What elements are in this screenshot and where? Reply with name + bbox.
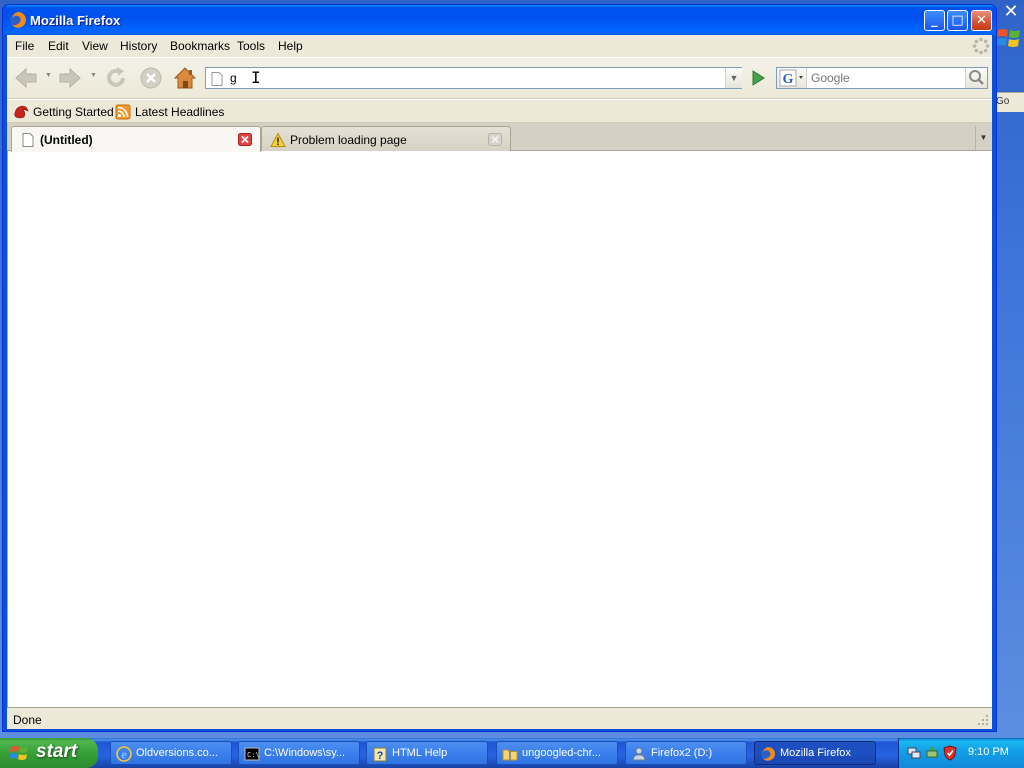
stop-icon[interactable] — [138, 65, 164, 91]
taskbar-button-ungoogled[interactable]: ungoogled-chr... — [496, 741, 618, 765]
close-button[interactable]: ✕ — [971, 10, 992, 31]
background-window-text: Go — [996, 96, 1010, 107]
menu-edit[interactable]: Edit — [48, 39, 69, 53]
go-arrow-icon[interactable] — [746, 67, 770, 89]
menu-view[interactable]: View — [82, 39, 108, 53]
address-bar[interactable]: ▼ — [205, 67, 742, 89]
home-icon[interactable] — [172, 65, 198, 91]
start-label: start — [36, 741, 78, 762]
back-arrow-icon[interactable] — [13, 65, 39, 91]
taskbar-label: Mozilla Firefox — [780, 747, 851, 759]
status-bar: Done — [7, 707, 992, 729]
taskbar-label: Oldversions.co... — [136, 747, 218, 759]
menu-bookmarks[interactable]: Bookmarks — [170, 39, 230, 53]
tab-label: (Untitled) — [40, 133, 93, 147]
help-icon: ? — [373, 747, 387, 762]
text-cursor-icon: I — [251, 68, 261, 87]
taskbar-button-html-help[interactable]: ? HTML Help — [366, 741, 488, 765]
maximize-button[interactable]: □ — [947, 10, 968, 31]
system-tray: 9:10 PM — [898, 738, 1024, 768]
taskbar-button-cmd[interactable]: C:\ C:\Windows\sy... — [238, 741, 360, 765]
bookmark-latest-headlines[interactable]: Latest Headlines — [115, 104, 225, 120]
tab-label: Problem loading page — [290, 133, 407, 147]
menu-history[interactable]: History — [120, 39, 157, 53]
taskbar-label: C:\Windows\sy... — [264, 747, 346, 759]
throbber-icon — [972, 37, 990, 55]
bookmark-label: Getting Started — [33, 105, 114, 119]
bookmark-label: Latest Headlines — [135, 105, 225, 119]
menu-file[interactable]: File — [15, 39, 34, 53]
blank-page-icon — [22, 133, 34, 147]
magnifier-icon — [969, 70, 984, 85]
bookmarks-toolbar: Getting Started Latest Headlines — [7, 99, 992, 123]
title-bar[interactable]: Mozilla Firefox _ □ ✕ — [3, 5, 996, 35]
tab-problem-loading[interactable]: Problem loading page — [261, 126, 511, 151]
rss-feed-icon — [115, 104, 131, 120]
search-engine-selector[interactable]: G — [777, 68, 807, 88]
svg-text:?: ? — [377, 750, 384, 762]
windows-logo-icon — [996, 29, 1020, 47]
menu-help[interactable]: Help — [278, 39, 303, 53]
taskbar-button-oldversions[interactable]: e Oldversions.co... — [110, 741, 232, 765]
window-title: Mozilla Firefox — [30, 13, 121, 28]
start-button[interactable]: start — [0, 738, 98, 768]
maximize-icon: □ — [951, 13, 964, 28]
background-window-edge: Go — [996, 92, 1024, 112]
taskbar-label: HTML Help — [392, 747, 448, 759]
folder-zip-icon — [502, 749, 518, 761]
close-icon: ✕ — [976, 13, 987, 28]
tab-close-icon[interactable] — [488, 133, 502, 146]
taskbar: start e Oldversions.co... C:\ C:\Windows… — [0, 738, 1024, 768]
taskbar-label: Firefox2 (D:) — [651, 747, 713, 759]
google-g-icon: G — [779, 69, 803, 87]
taskbar-button-firefox2-drive[interactable]: Firefox2 (D:) — [625, 741, 747, 765]
forward-history-chevron-down-icon[interactable]: ▼ — [90, 72, 99, 82]
search-engine-letter: G — [783, 72, 794, 87]
all-tabs-chevron-down-icon[interactable]: ▼ — [975, 126, 991, 150]
menu-tools[interactable]: Tools — [237, 39, 265, 53]
search-button[interactable] — [965, 68, 987, 88]
back-history-chevron-down-icon[interactable]: ▼ — [45, 72, 54, 82]
clock[interactable]: 9:10 PM — [968, 746, 1009, 758]
url-history-chevron-down-icon[interactable]: ▼ — [725, 68, 742, 88]
minimize-icon: _ — [931, 13, 938, 28]
drive-icon — [632, 747, 646, 761]
window-client: File Edit View History Bookmarks Tools H… — [7, 35, 992, 729]
url-input[interactable] — [230, 70, 710, 86]
tab-close-icon[interactable] — [238, 133, 252, 146]
blank-page-icon — [211, 72, 223, 86]
tab-strip: (Untitled) Problem loading page ▼ — [7, 123, 992, 152]
svg-text:C:\: C:\ — [247, 751, 260, 759]
search-input[interactable] — [811, 70, 961, 86]
status-text: Done — [13, 713, 42, 727]
cmd-icon: C:\ — [244, 747, 260, 761]
network-icon[interactable] — [906, 745, 922, 761]
menu-bar: File Edit View History Bookmarks Tools H… — [7, 35, 992, 57]
firefox-icon — [761, 747, 775, 761]
firefox-star-icon — [14, 105, 29, 119]
windows-logo-icon — [10, 746, 28, 760]
forward-arrow-icon[interactable] — [57, 65, 83, 91]
tab-untitled[interactable]: (Untitled) — [11, 126, 261, 152]
ie-icon: e — [116, 746, 132, 762]
search-bar[interactable]: G — [776, 67, 988, 89]
resize-grip-icon[interactable] — [975, 712, 989, 726]
firefox-icon — [10, 12, 26, 28]
warning-icon — [270, 132, 286, 147]
page-content[interactable] — [7, 151, 992, 707]
safely-remove-hardware-icon[interactable] — [924, 745, 940, 761]
minimize-button[interactable]: _ — [924, 10, 945, 31]
svg-text:e: e — [121, 747, 127, 762]
taskbar-button-mozilla-firefox[interactable]: Mozilla Firefox — [754, 741, 876, 765]
reload-icon[interactable] — [103, 65, 129, 91]
navigation-toolbar: ▼ ▼ ▼ — [7, 57, 992, 99]
firefox-window: Mozilla Firefox _ □ ✕ File Edit View His… — [2, 4, 997, 732]
bookmark-getting-started[interactable]: Getting Started — [13, 104, 114, 120]
security-shield-icon[interactable] — [942, 745, 958, 761]
taskbar-label: ungoogled-chr... — [522, 747, 601, 759]
desktop-close-icon[interactable]: ✕ — [1000, 2, 1022, 22]
